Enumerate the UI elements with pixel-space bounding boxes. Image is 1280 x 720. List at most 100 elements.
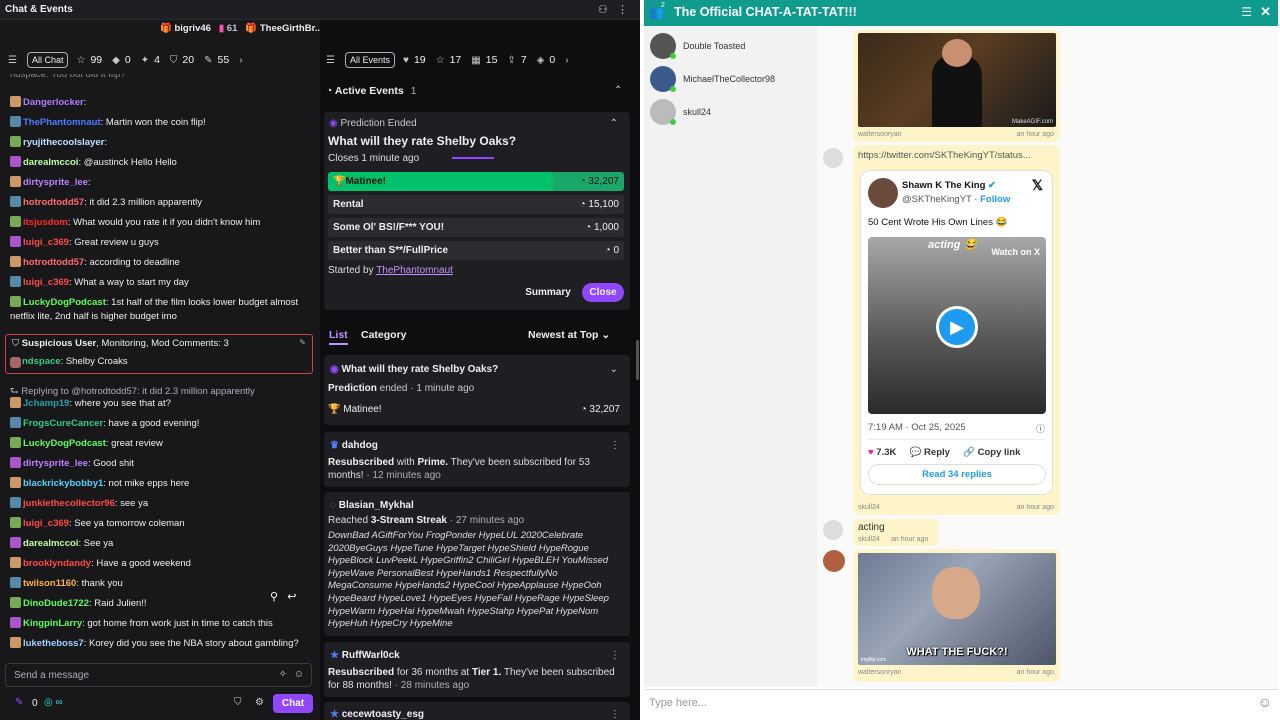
chat-message[interactable]: dirtysprite_lee: Good shit	[10, 457, 310, 471]
more-icon[interactable]: ⋮	[610, 650, 620, 661]
chevron-right-icon[interactable]: ›	[239, 55, 242, 66]
filter-stars[interactable]: ☆ 99	[76, 54, 102, 66]
leaderboard-entry[interactable]: ▮ 61	[219, 23, 237, 34]
watch-on-x[interactable]: Watch on X	[991, 247, 1040, 257]
chat-username[interactable]: LuckyDogPodcast	[23, 297, 106, 308]
follow-link[interactable]: Follow	[980, 194, 1010, 205]
chat-message[interactable]: ThePhantomnaut: Martin won the coin flip…	[10, 116, 310, 130]
topbar-icons[interactable]: ⚇ ⋮	[598, 3, 628, 16]
chat-username[interactable]: hotrodtodd57	[23, 257, 84, 268]
meme-image[interactable]: WHAT THE FUCK?! imgflip.com	[858, 553, 1056, 665]
user-settings-icon[interactable]: ⚇	[598, 4, 608, 16]
chat-message[interactable]: itsjusdom: What would you rate it if you…	[10, 216, 310, 230]
summary-button[interactable]: Summary	[522, 283, 574, 302]
filter-cheers[interactable]: ◆ 0	[112, 54, 131, 66]
filter-raids[interactable]: ⇪ 7	[507, 54, 526, 66]
info-icon[interactable]: ⓘ	[1036, 422, 1045, 435]
chat-message[interactable]: luigi_c369: What a way to start my day	[10, 276, 310, 290]
active-events-header[interactable]: ◔ Active Events 1	[326, 85, 417, 97]
chat-message[interactable]: Dangerlocker:	[10, 96, 310, 110]
chat-message[interactable]: luigi_c369: Great review u guys	[10, 236, 310, 250]
filter-mod[interactable]: ⛉ 20	[170, 54, 194, 66]
message-acting[interactable]: acting skull24 an hour ago	[853, 519, 939, 546]
chat-username[interactable]: luigi_c369	[23, 518, 69, 529]
expand-chevron-icon[interactable]: ⌄	[610, 364, 618, 375]
message-tweet[interactable]: https://twitter.com/SKTheKingYT/status..…	[853, 145, 1060, 515]
filter-settings-icon[interactable]: ☰	[8, 55, 17, 66]
chat-message[interactable]: KingpinLarry: got home from work just in…	[10, 617, 310, 631]
edit-icon[interactable]: ✎	[299, 338, 306, 347]
play-icon[interactable]: ▶	[936, 306, 978, 348]
close-button[interactable]: Close	[582, 283, 624, 302]
menu-icon[interactable]: ☰	[1241, 5, 1252, 19]
tweet-video[interactable]: acting 😂 Watch on X ▶	[868, 237, 1046, 414]
chat-username[interactable]: FrogsCureCancer	[23, 418, 103, 429]
panel-resize-handle[interactable]	[636, 340, 639, 380]
avatar[interactable]	[823, 550, 845, 572]
right-chat-input[interactable]: Type here... ☺	[644, 689, 1278, 716]
tab-category[interactable]: Category	[361, 329, 407, 341]
chat-username[interactable]: junkiethecollector96	[23, 498, 115, 509]
avatar[interactable]	[823, 148, 843, 168]
chevron-right-icon[interactable]: ›	[565, 55, 568, 66]
gif-image[interactable]: MakeAGIF.com	[858, 33, 1056, 127]
chat-username[interactable]: blackrickybobby1	[23, 478, 103, 489]
chat-username[interactable]: DinoDude1722	[23, 598, 89, 609]
chat-username[interactable]: hotrodtodd57	[23, 197, 84, 208]
chat-username[interactable]: KingpinLarry	[23, 618, 82, 629]
chat-message[interactable]: luigi_c369: See ya tomorrow coleman	[10, 517, 310, 531]
smiley-icon[interactable]: ☺	[294, 669, 304, 680]
settings-gear-icon[interactable]: ⚙	[255, 697, 264, 708]
chat-message[interactable]: brooklyndandy: Have a good weekend	[10, 557, 310, 571]
chat-username[interactable]: luketheboss7	[23, 638, 84, 649]
close-icon[interactable]: ✕	[1260, 4, 1271, 20]
all-events-button[interactable]: All Events	[344, 52, 395, 68]
filter-subs[interactable]: ☆ 17	[436, 54, 462, 66]
filter-bits[interactable]: ◈ 0	[537, 54, 556, 66]
chat-username[interactable]: ThePhantomnaut	[23, 117, 101, 128]
copy-link-button[interactable]: 🔗 Copy link	[963, 447, 1020, 458]
message-actions[interactable]: ⚲ ↩	[270, 590, 296, 603]
reply-button[interactable]: 💬 Reply	[910, 447, 950, 458]
read-replies-button[interactable]: Read 34 replies	[868, 464, 1046, 485]
chat-message[interactable]: luketheboss7: Korey did you see the NBA …	[10, 637, 310, 651]
filter-follows[interactable]: ♥ 19	[403, 54, 426, 66]
more-icon[interactable]: ⋮	[610, 709, 620, 720]
chat-username[interactable]: luigi_c369	[23, 237, 69, 248]
tweet-link[interactable]: https://twitter.com/SKTheKingYT/status..…	[858, 150, 1031, 161]
chat-message[interactable]: DinoDude1722: Raid Julien!!	[10, 597, 310, 611]
bits-icon[interactable]: ✎	[15, 697, 23, 708]
reply-arrow-icon[interactable]: ↩	[287, 591, 296, 603]
filter-settings-icon[interactable]: ☰	[326, 55, 335, 66]
emote-picker-icon[interactable]: ✧	[279, 669, 287, 680]
chat-message[interactable]: LuckyDogPodcast: 1st half of the film lo…	[10, 296, 310, 324]
suspicious-user-card[interactable]: ⛉ Suspicious User, Monitoring, Mod Comme…	[5, 334, 313, 374]
chat-username[interactable]: darealmccoi	[23, 538, 78, 549]
mod-shield-icon[interactable]: ⛉	[234, 697, 242, 708]
chat-username[interactable]: luigi_c369	[23, 277, 69, 288]
suspicious-message[interactable]: ndspace: Shelby Croaks	[10, 356, 128, 368]
pin-icon[interactable]: ⚲	[270, 591, 278, 603]
x-logo-icon[interactable]: 𝕏	[1032, 177, 1043, 194]
chat-username[interactable]: twilson1160	[23, 578, 76, 589]
chat-message[interactable]: blackrickybobby1: not mike epps here	[10, 477, 310, 491]
tab-list[interactable]: List	[329, 329, 348, 345]
chat-username[interactable]: Jchamp19	[23, 398, 69, 409]
event-resub-ruff[interactable]: ★ RuffWarl0ck ⋮ Resubscribed for 36 mont…	[324, 642, 630, 697]
event-prediction[interactable]: ◉ What will they rate Shelby Oaks? ⌄ Pre…	[324, 355, 630, 425]
filter-edits[interactable]: ✎ 55	[204, 54, 229, 66]
chat-username[interactable]: ryujithecoolslayer	[23, 137, 104, 148]
tweet-card[interactable]: Shawn K The King ✔ @SKTheKingYT · Follow…	[860, 170, 1053, 495]
chat-message[interactable]: Jchamp19: where you see that at?	[10, 397, 310, 411]
chat-message[interactable]: LuckyDogPodcast: great review	[10, 437, 310, 451]
collapse-chevron-icon[interactable]: ⌃	[614, 85, 622, 96]
event-resub-cece[interactable]: ★ cecewtoasty_esg ⋮	[324, 702, 630, 720]
chat-username[interactable]: LuckyDogPodcast	[23, 438, 106, 449]
filter-gifts[interactable]: ▦ 15	[471, 54, 497, 66]
more-icon[interactable]: ⋮	[617, 4, 628, 16]
chat-message[interactable]: junkiethecollector96: see ya	[10, 497, 310, 511]
chat-message[interactable]: hotrodtodd57: it did 2.3 million apparen…	[10, 196, 310, 210]
all-chat-button[interactable]: All Chat	[26, 52, 69, 68]
event-resub-dahdog[interactable]: ♛ dahdog ⋮ Resubscribed with Prime. They…	[324, 432, 630, 487]
chat-username[interactable]: brooklyndandy	[23, 558, 91, 569]
